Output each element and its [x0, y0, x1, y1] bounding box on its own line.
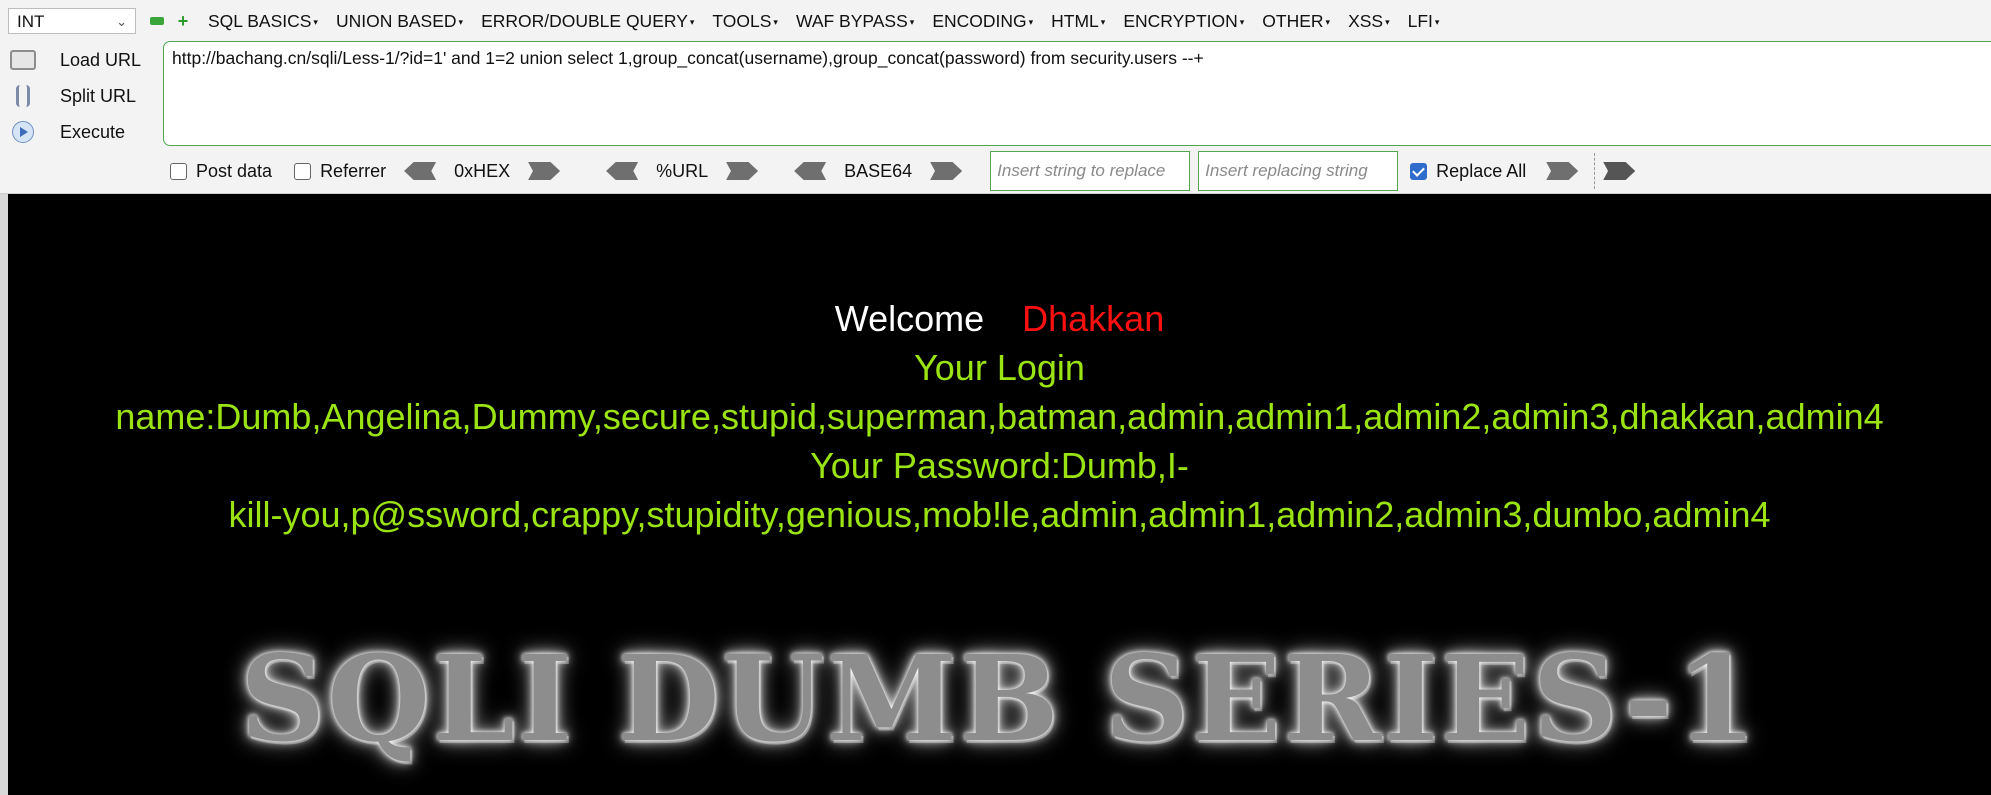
post-data-label: Post data: [196, 160, 273, 181]
welcome-text: Welcome: [834, 298, 985, 339]
url-textarea[interactable]: http://bachang.cn/sqli/Less-1/?id=1' and…: [163, 41, 1991, 146]
load-url-button[interactable]: Load URL: [10, 42, 158, 78]
post-data-checkbox[interactable]: [170, 162, 187, 180]
url-decode-arrow-icon[interactable]: [606, 162, 639, 180]
password-values: kill-you,p@ssword,crappy,stupidity,genio…: [228, 494, 1771, 535]
find-string-input[interactable]: Insert string to replace: [990, 151, 1191, 191]
hex-encode-arrow-icon[interactable]: [528, 162, 561, 180]
menu-error-double-query[interactable]: ERROR/DOUBLE QUERY ▾: [481, 11, 694, 32]
welcome-line: Welcome Dhakkan: [8, 298, 1991, 340]
split-url-label: Split URL: [60, 85, 137, 106]
split-url-icon: [10, 83, 36, 109]
menu-sql-basics[interactable]: SQL BASICS ▾: [208, 11, 318, 32]
password-label: Your Password:Dumb,I-: [810, 445, 1189, 486]
replace-string-input[interactable]: Insert replacing string: [1198, 151, 1399, 191]
hackbar-actions: Load URL Split URL Execute: [10, 42, 158, 150]
execute-label: Execute: [60, 121, 126, 142]
menu-html[interactable]: HTML ▾: [1051, 11, 1105, 32]
referrer-label: Referrer: [320, 160, 387, 181]
url-encode-label: %URL: [656, 160, 709, 181]
injection-type-select[interactable]: INT ⌄: [8, 8, 136, 34]
menu-waf-bypass[interactable]: WAF BYPASS ▾: [796, 11, 914, 32]
hex-decode-arrow-icon[interactable]: [404, 162, 437, 180]
replace-arrow-icon[interactable]: [1546, 162, 1579, 180]
replace-next-arrow-icon[interactable]: [1603, 162, 1636, 180]
page-content: Welcome Dhakkan Your Login name:Dumb,Ange…: [8, 194, 1991, 795]
options-divider: [1594, 153, 1596, 189]
user-name: Dhakkan: [1022, 298, 1165, 339]
base64-encode-arrow-icon[interactable]: [930, 162, 963, 180]
url-encode-arrow-icon[interactable]: [726, 162, 759, 180]
login-label: Your Login: [914, 347, 1085, 388]
hackbar-panel: INT ⌄ + SQL BASICS ▾ UNION BASED ▾ ERROR/D…: [0, 0, 1991, 194]
injection-type-value: INT: [17, 12, 45, 31]
referrer-checkbox[interactable]: [294, 162, 312, 180]
menu-encryption[interactable]: ENCRYPTION ▾: [1123, 11, 1244, 32]
hackbar-options-row: Post data Referrer 0xHEX %URL BASE64 Ins…: [170, 151, 1647, 191]
split-url-button[interactable]: Split URL: [10, 78, 158, 114]
base64-label: BASE64: [844, 160, 913, 181]
menu-tools[interactable]: TOOLS ▾: [712, 11, 778, 32]
replace-all-label: Replace All: [1436, 160, 1527, 181]
execute-button[interactable]: Execute: [10, 114, 158, 150]
menu-lfi[interactable]: LFI ▾: [1408, 11, 1440, 32]
menu-encoding[interactable]: ENCODING ▾: [932, 11, 1033, 32]
chevron-down-icon: ⌄: [116, 14, 127, 29]
hex-label: 0xHEX: [454, 160, 511, 181]
menu-other[interactable]: OTHER ▾: [1262, 11, 1330, 32]
replace-all-checkbox[interactable]: [1410, 162, 1428, 180]
minus-icon[interactable]: [150, 17, 164, 25]
load-url-label: Load URL: [60, 49, 142, 70]
sqli-banner-logo: SQLI DUMB SERIES-1: [240, 629, 1759, 768]
menu-union-based[interactable]: UNION BASED ▾: [336, 11, 463, 32]
plus-icon[interactable]: +: [176, 12, 190, 30]
execute-icon: [10, 119, 36, 145]
hackbar-menu-row: INT ⌄ + SQL BASICS ▾ UNION BASED ▾ ERROR/D…: [8, 4, 1439, 38]
base64-decode-arrow-icon[interactable]: [794, 162, 827, 180]
load-url-icon: [10, 47, 36, 73]
login-names: name:Dumb,Angelina,Dummy,secure,stupid,s…: [115, 396, 1884, 437]
menu-xss[interactable]: XSS ▾: [1348, 11, 1390, 32]
